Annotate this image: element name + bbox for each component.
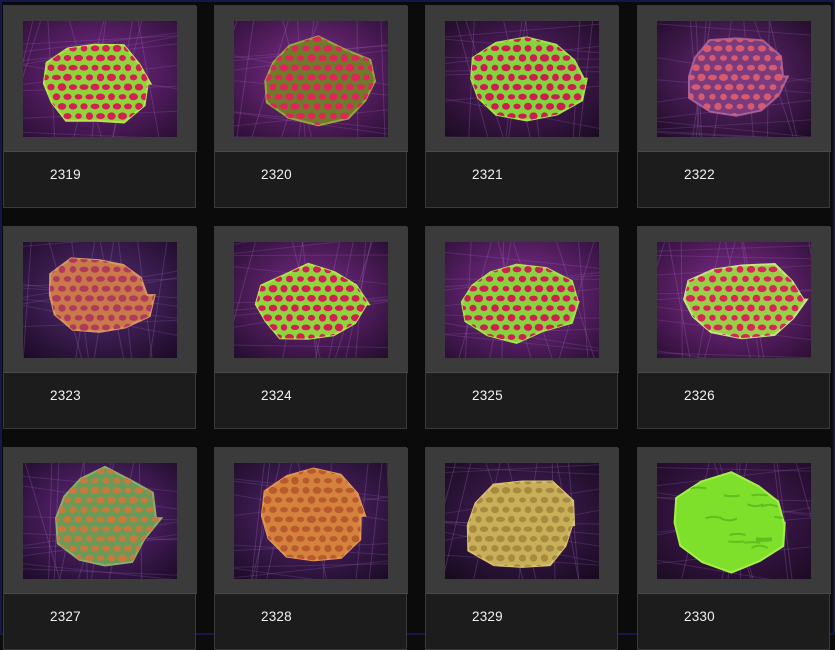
coral-photo-2324[interactable] [234,242,388,358]
coral-photo-2330[interactable] [657,463,811,579]
thumbnail-frame[interactable] [215,448,408,594]
item-number-label[interactable]: 2327 [50,609,81,624]
item-number-label[interactable]: 2319 [50,167,81,182]
item-number-label[interactable]: 2326 [684,388,715,403]
item-number-label[interactable]: 2329 [472,609,503,624]
item-number-label[interactable]: 2330 [684,609,715,624]
gallery-card-2325[interactable]: 2325 [425,226,618,429]
coral-photo-2323[interactable] [23,242,177,358]
coral-gallery-grid: 2319 2320 2321 2322 2323 2324 2325 [3,5,832,635]
gallery-card-2329[interactable]: 2329 [425,447,618,650]
coral-photo-2321[interactable] [445,21,599,137]
thumbnail-frame[interactable] [638,6,831,152]
item-number-label[interactable]: 2322 [684,167,715,182]
item-number-label[interactable]: 2325 [472,388,503,403]
item-number-label[interactable]: 2320 [261,167,292,182]
gallery-card-2319[interactable]: 2319 [3,5,196,208]
thumbnail-frame[interactable] [4,448,197,594]
coral-photo-2322[interactable] [657,21,811,137]
gallery-card-2330[interactable]: 2330 [637,447,830,650]
item-number-label[interactable]: 2321 [472,167,503,182]
gallery-card-2323[interactable]: 2323 [3,226,196,429]
gallery-card-2326[interactable]: 2326 [637,226,830,429]
thumbnail-frame[interactable] [638,227,831,373]
item-number-label[interactable]: 2328 [261,609,292,624]
gallery-card-2322[interactable]: 2322 [637,5,830,208]
coral-photo-2319[interactable] [23,21,177,137]
coral-photo-2327[interactable] [23,463,177,579]
item-number-label[interactable]: 2324 [261,388,292,403]
coral-photo-2325[interactable] [445,242,599,358]
item-number-label[interactable]: 2323 [50,388,81,403]
coral-photo-2326[interactable] [657,242,811,358]
gallery-card-2328[interactable]: 2328 [214,447,407,650]
coral-photo-2329[interactable] [445,463,599,579]
gallery-card-2324[interactable]: 2324 [214,226,407,429]
thumbnail-frame[interactable] [426,448,619,594]
gallery-card-2327[interactable]: 2327 [3,447,196,650]
coral-photo-2320[interactable] [234,21,388,137]
thumbnail-frame[interactable] [426,227,619,373]
thumbnail-frame[interactable] [215,227,408,373]
thumbnail-frame[interactable] [426,6,619,152]
thumbnail-frame[interactable] [4,6,197,152]
gallery-card-2321[interactable]: 2321 [425,5,618,208]
thumbnail-frame[interactable] [215,6,408,152]
thumbnail-frame[interactable] [4,227,197,373]
thumbnail-frame[interactable] [638,448,831,594]
gallery-card-2320[interactable]: 2320 [214,5,407,208]
coral-photo-2328[interactable] [234,463,388,579]
